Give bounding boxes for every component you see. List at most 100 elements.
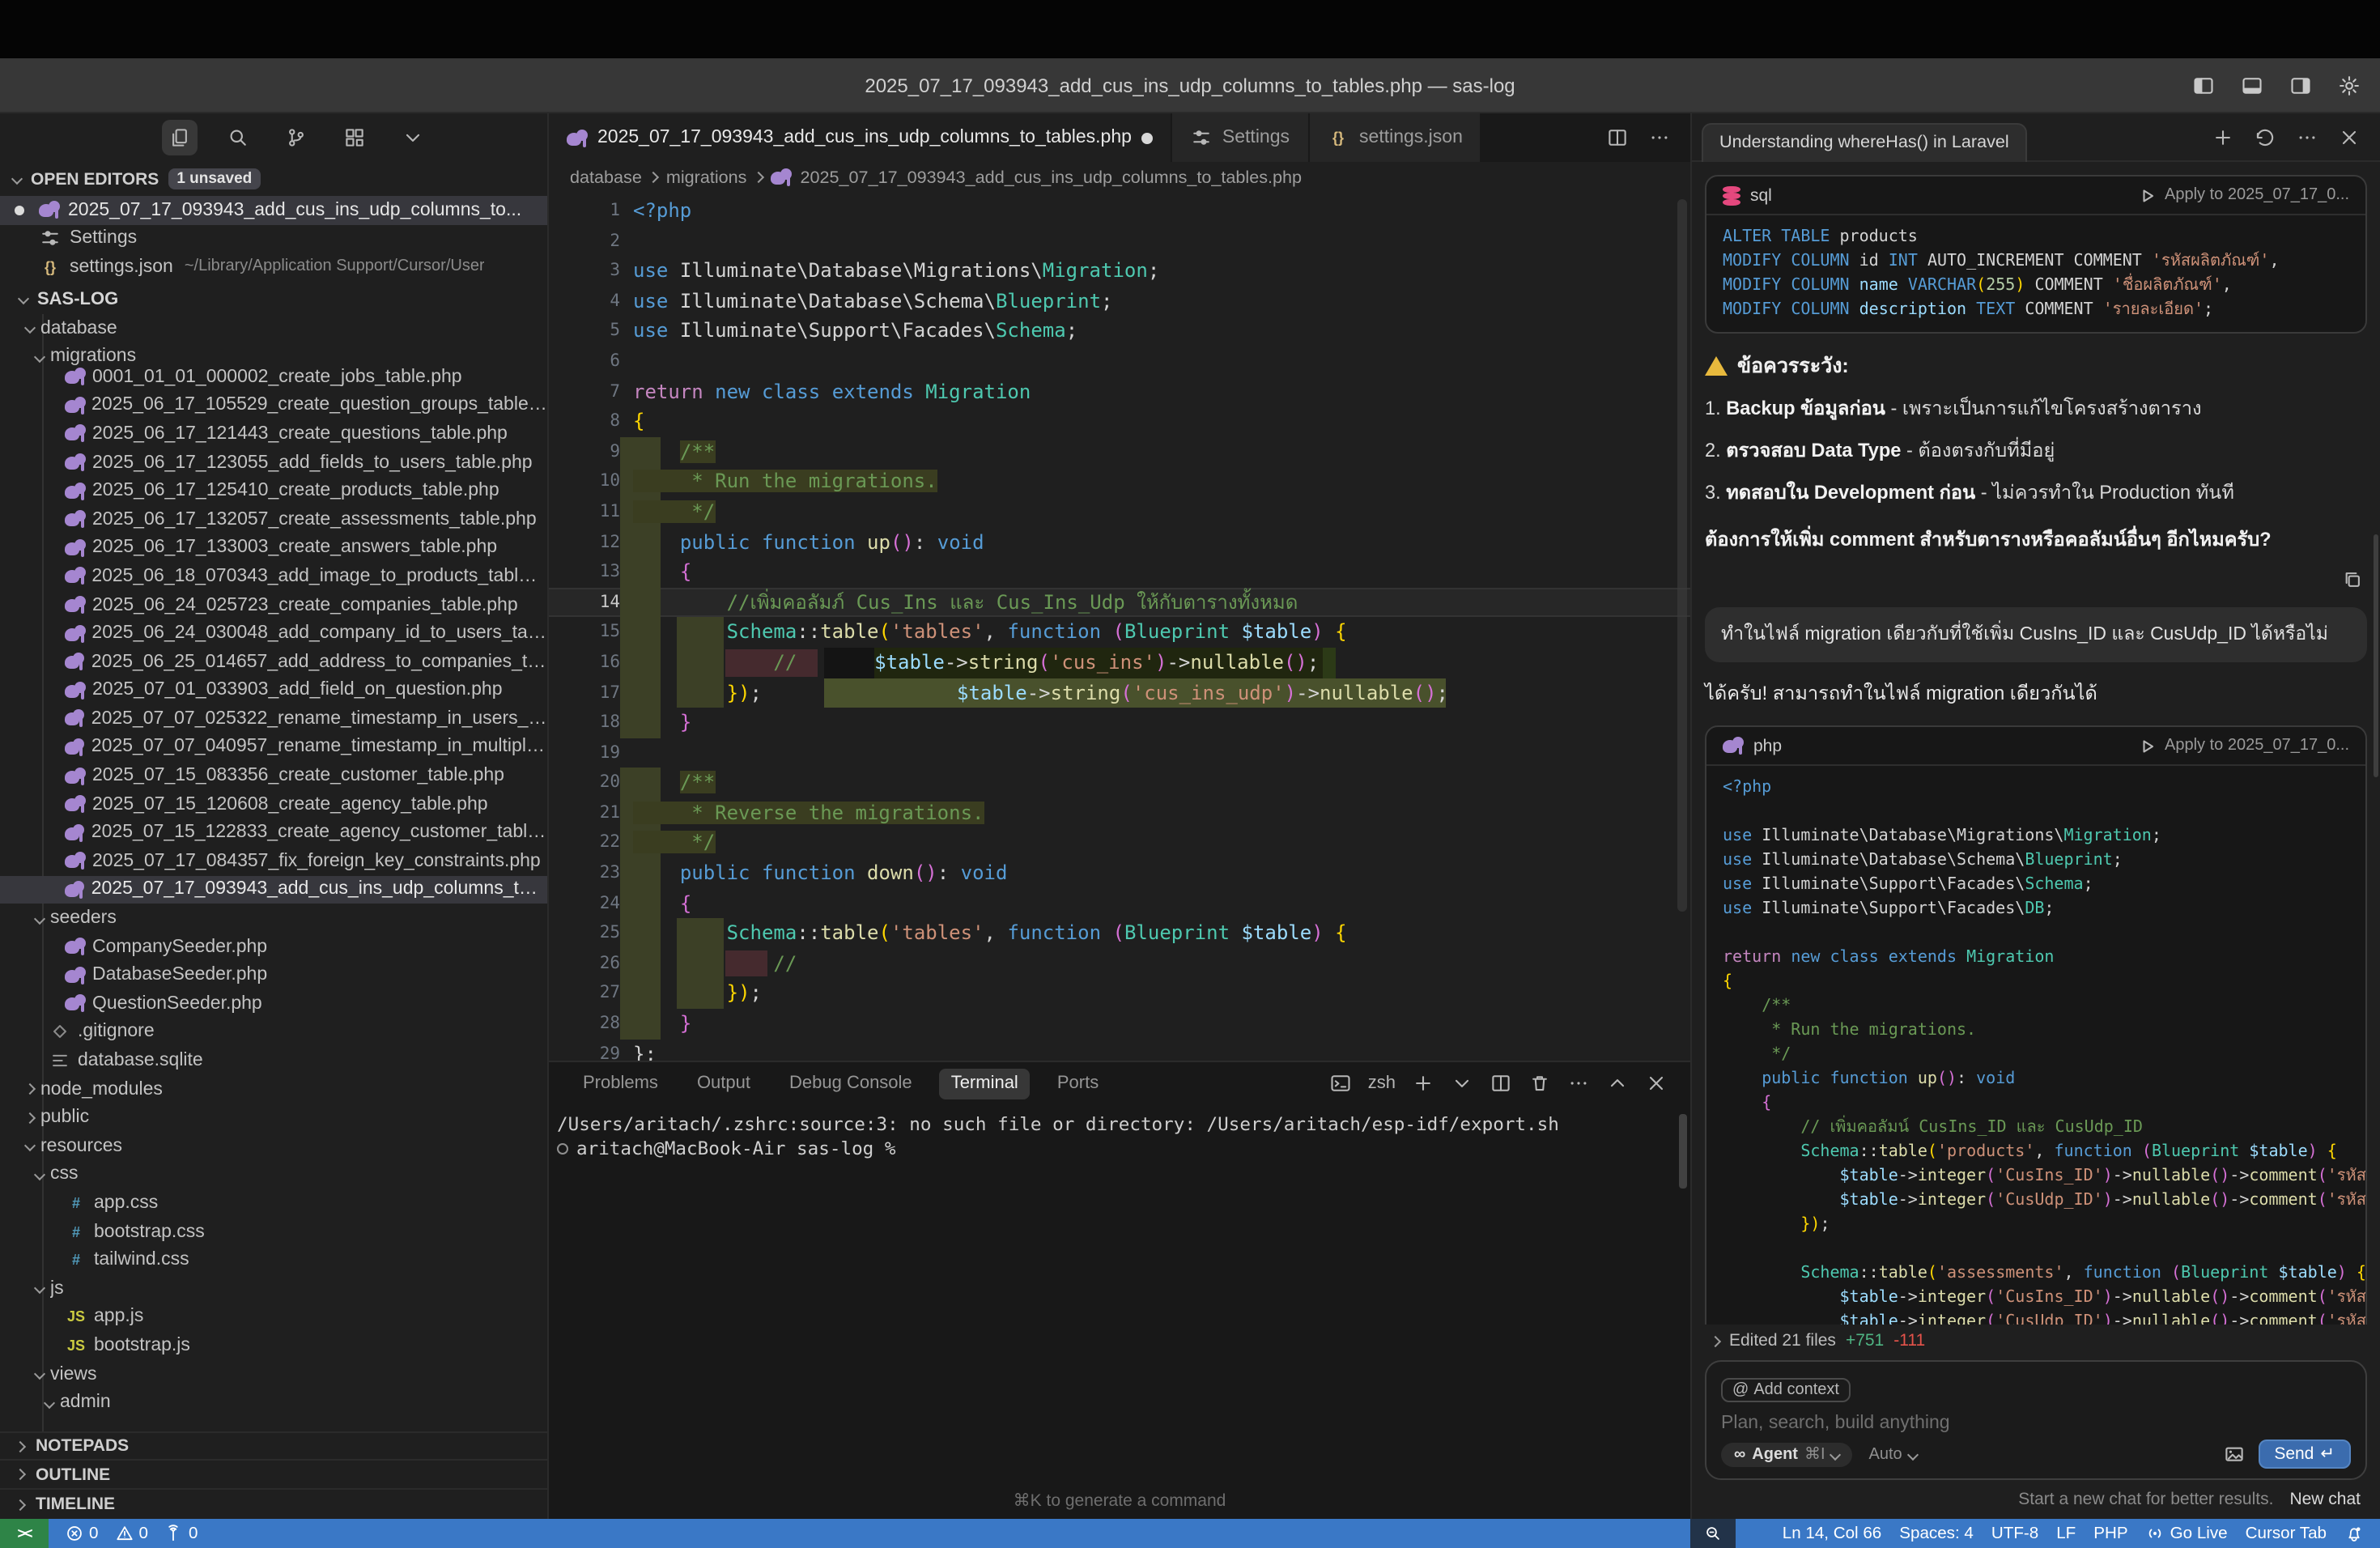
new-chat-plus-icon[interactable] [2212, 125, 2234, 148]
tree-file-2025_06_17_121443_create_questions_table.php[interactable]: 2025_06_17_121443_create_questions_table… [0, 419, 547, 448]
tree-folder-resources[interactable]: resources [0, 1132, 547, 1160]
tree-file-2025_07_01_033903_add_field_on_question.php[interactable]: 2025_07_01_033903_add_field_on_question.… [0, 676, 547, 704]
inline-edit-suggestion[interactable]: $table->string('cus_ins')->nullable();$t… [824, 648, 1446, 708]
tree-file-.gitignore[interactable]: .gitignore [0, 1018, 547, 1046]
open-editor-item[interactable]: 2025_07_17_093943_add_cus_ins_udp_column… [0, 196, 547, 224]
new-chat-button[interactable]: New chat [2289, 1490, 2361, 1509]
tree-file-DatabaseSeeder.php[interactable]: DatabaseSeeder.php [0, 961, 547, 989]
settings-gear-icon[interactable] [2338, 74, 2361, 96]
tree-file-2025_07_07_040957_rename_timestamp_in_multiple_t...[interactable]: 2025_07_07_040957_rename_timestamp_in_mu… [0, 733, 547, 761]
tree-folder-admin[interactable]: admin [0, 1389, 547, 1417]
more-icon[interactable] [1567, 1072, 1590, 1095]
tree-folder-node_modules[interactable]: node_modules [0, 1075, 547, 1104]
more-icon[interactable] [1648, 126, 1671, 149]
close-icon[interactable] [2338, 125, 2361, 148]
tree-folder-css[interactable]: css [0, 1160, 547, 1189]
chevron-down-icon[interactable] [1451, 1072, 1473, 1095]
chat-scrollbar[interactable] [2374, 534, 2378, 777]
tree-folder-views[interactable]: views [0, 1360, 547, 1389]
apply-button[interactable]: Apply to 2025_07_17_0... [2136, 734, 2349, 757]
breadcrumb-item[interactable]: migrations [666, 168, 747, 187]
history-icon[interactable] [2254, 125, 2276, 148]
tree-file-2025_07_15_122833_create_agency_customer_table.p...[interactable]: 2025_07_15_122833_create_agency_customer… [0, 819, 547, 847]
activity-source-control[interactable] [278, 120, 314, 155]
activity-extensions[interactable] [337, 120, 372, 155]
tree-file-QuestionSeeder.php[interactable]: QuestionSeeder.php [0, 989, 547, 1018]
chat-input[interactable]: @Add context Plan, search, build anythin… [1705, 1360, 2367, 1480]
toggle-right-panel-icon[interactable] [2289, 74, 2312, 96]
tree-file-2025_06_17_133003_create_answers_table.php[interactable]: 2025_06_17_133003_create_answers_table.p… [0, 534, 547, 562]
model-selector[interactable]: Auto [1869, 1445, 1917, 1463]
more-icon[interactable] [2296, 125, 2318, 148]
terminal-scrollbar[interactable] [1679, 1114, 1687, 1189]
tree-folder-seeders[interactable]: seeders [0, 904, 547, 933]
panel-tab-output[interactable]: Output [686, 1068, 762, 1099]
trash-icon[interactable] [1528, 1072, 1551, 1095]
status-cursor-tab[interactable]: Cursor Tab [2246, 1525, 2327, 1542]
tree-file-0001_01_01_000002_create_jobs_table.php[interactable]: 0001_01_01_000002_create_jobs_table.php [0, 363, 547, 391]
editor-tab-Settings[interactable]: Settings [1172, 113, 1309, 162]
tree-file-2025_07_15_083356_create_customer_table.php[interactable]: 2025_07_15_083356_create_customer_table.… [0, 762, 547, 790]
tree-file-CompanySeeder.php[interactable]: CompanySeeder.php [0, 933, 547, 961]
close-icon[interactable] [1645, 1072, 1668, 1095]
toggle-bottom-panel-icon[interactable] [2241, 74, 2263, 96]
tree-file-tailwind.css[interactable]: #tailwind.css [0, 1246, 547, 1274]
activity-files[interactable] [162, 120, 198, 155]
tree-folder-js[interactable]: js [0, 1274, 547, 1303]
sidebar-section-outline[interactable]: OUTLINE [0, 1461, 547, 1491]
tree-file-bootstrap.js[interactable]: JSbootstrap.js [0, 1331, 547, 1359]
status-radio-tower[interactable]: 0 [164, 1524, 198, 1543]
open-editor-item[interactable]: Settings [0, 224, 547, 253]
tree-file-2025_06_18_070343_add_image_to_products_table.p...[interactable]: 2025_06_18_070343_add_image_to_products_… [0, 562, 547, 590]
editor-scrollbar[interactable] [1677, 199, 1687, 912]
tree-file-2025_06_24_030048_add_company_id_to_users_tabl...[interactable]: 2025_06_24_030048_add_company_id_to_user… [0, 619, 547, 648]
tree-file-2025_07_17_093943_add_cus_ins_udp_columns_to_ta...[interactable]: 2025_07_17_093943_add_cus_ins_udp_column… [0, 875, 547, 904]
tree-file-2025_07_17_084357_fix_foreign_key_constraints.php[interactable]: 2025_07_17_084357_fix_foreign_key_constr… [0, 847, 547, 875]
apply-button[interactable]: Apply to 2025_07_17_0... [2136, 184, 2349, 206]
terminal-output[interactable]: /Users/aritach/.zshrc:source:3: no such … [549, 1104, 1690, 1161]
send-button[interactable]: Send↵ [2258, 1440, 2351, 1469]
agent-mode-selector[interactable]: ∞ Agent ⌘I [1721, 1442, 1853, 1466]
status-spaces-4[interactable]: Spaces: 4 [1899, 1525, 1974, 1542]
plus-icon[interactable] [1412, 1072, 1434, 1095]
tree-file-2025_07_07_025322_rename_timestamp_in_users_tab...[interactable]: 2025_07_07_025322_rename_timestamp_in_us… [0, 704, 547, 733]
status-go-live[interactable]: Go Live [2146, 1524, 2228, 1543]
status-lf[interactable]: LF [2056, 1525, 2076, 1542]
activity-chevron-down[interactable] [395, 120, 431, 155]
breadcrumb-item[interactable]: database [570, 168, 642, 187]
chevron-up-icon[interactable] [1606, 1072, 1629, 1095]
panel-tab-ports[interactable]: Ports [1046, 1068, 1110, 1099]
breadcrumb[interactable]: databasemigrations2025_07_17_093943_add_… [549, 162, 1690, 193]
tree-folder-database[interactable]: database [0, 314, 547, 342]
shell-label[interactable]: zsh [1368, 1074, 1396, 1093]
activity-search[interactable] [220, 120, 256, 155]
status-warning-triangle[interactable]: 0 [114, 1524, 147, 1543]
tree-file-database.sqlite[interactable]: database.sqlite [0, 1046, 547, 1074]
tree-file-2025_06_17_105529_create_question_groups_table.php[interactable]: 2025_06_17_105529_create_question_groups… [0, 391, 547, 419]
open-editor-item[interactable]: {}settings.json~/Library/Application Sup… [0, 253, 547, 281]
split-editor-icon[interactable] [1490, 1072, 1512, 1095]
tree-file-2025_06_17_123055_add_fields_to_users_table.php[interactable]: 2025_06_17_123055_add_fields_to_users_ta… [0, 449, 547, 477]
sidebar-section-notepads[interactable]: NOTEPADS [0, 1432, 547, 1461]
edited-files-summary[interactable]: Edited 21 files +751 -111 [1692, 1325, 2380, 1357]
remote-indicator[interactable]: >< [0, 1519, 49, 1548]
status-utf-8[interactable]: UTF-8 [1991, 1525, 2038, 1542]
tree-file-2025_06_24_025723_create_companies_table.php[interactable]: 2025_06_24_025723_create_companies_table… [0, 590, 547, 619]
editor-tab-settings.json[interactable]: {}settings.json [1309, 113, 1482, 162]
panel-tab-problems[interactable]: Problems [572, 1068, 669, 1099]
project-header[interactable]: SAS-LOG [0, 282, 547, 314]
status-bell[interactable] [2344, 1524, 2364, 1543]
tree-file-2025_06_17_132057_create_assessments_table.php[interactable]: 2025_06_17_132057_create_assessments_tab… [0, 505, 547, 534]
copy-icon[interactable] [2341, 568, 2364, 591]
tree-file-2025_06_17_125410_create_products_table.php[interactable]: 2025_06_17_125410_create_products_table.… [0, 477, 547, 505]
status-error-circle[interactable]: 0 [65, 1524, 98, 1543]
tree-file-app.css[interactable]: #app.css [0, 1189, 547, 1217]
image-icon[interactable] [2222, 1443, 2245, 1465]
split-editor-icon[interactable] [1606, 126, 1629, 149]
code-editor[interactable]: 1<?php23use Illuminate\Database\Migratio… [549, 193, 1690, 1061]
add-context-button[interactable]: @Add context [1721, 1378, 1851, 1402]
chat-tab[interactable]: Understanding whereHas() in Laravel [1702, 122, 2027, 161]
tree-file-bootstrap.css[interactable]: #bootstrap.css [0, 1218, 547, 1246]
panel-tab-terminal[interactable]: Terminal [940, 1068, 1030, 1099]
status-ln-14-col-66[interactable]: Ln 14, Col 66 [1783, 1525, 1882, 1542]
